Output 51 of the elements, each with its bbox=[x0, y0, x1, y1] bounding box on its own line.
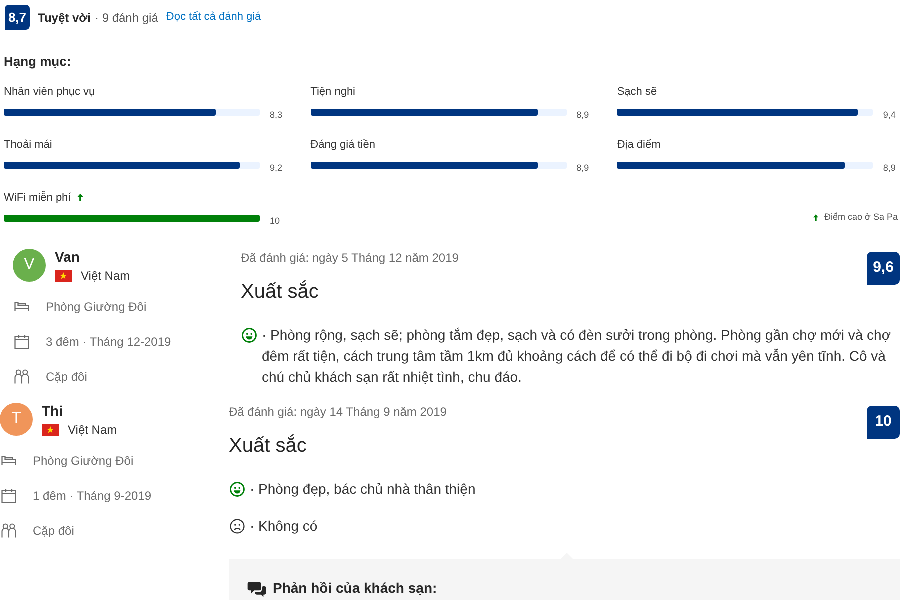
category-label: Sạch sẽ bbox=[617, 84, 658, 100]
categories-heading: Hạng mục: bbox=[3, 53, 72, 71]
review-date: Đã đánh giá: ngày 14 Tháng 9 năm 2019 bbox=[229, 404, 447, 420]
category-score: 9,2 bbox=[270, 162, 283, 175]
category-score: 8,9 bbox=[883, 162, 896, 175]
smiling-face-icon bbox=[229, 480, 246, 498]
calendar-icon bbox=[13, 332, 31, 350]
category-score: 9,4 bbox=[883, 109, 896, 122]
review-comment: · Phòng rộng, sạch sẽ; phòng tắm đẹp, sạch và có đèn sưởi trong phòng. Phòng gần chợ mới và chợ đêm rất tiện, cách trung tâm tầm 1km đủ khoảng cách để có thể đi bộ đi chơi mà vẫn yên tĩnh. Cô và chú chủ khách sạn rất nhiệt tình, chu đáo. bbox=[262, 326, 892, 386]
stay-detail: Cặp đôi bbox=[33, 522, 74, 540]
stay-detail: 3 đêm · Tháng 12-2019 bbox=[46, 334, 172, 350]
people-icon bbox=[13, 368, 31, 386]
review-title: Xuất sắc bbox=[241, 280, 320, 304]
category-score: 8,3 bbox=[270, 109, 283, 122]
score-badge: 8,7 bbox=[5, 5, 30, 30]
category-score: 10 bbox=[270, 215, 280, 228]
review-title: Xuất sắc bbox=[229, 434, 308, 458]
reviewer-name: Thi bbox=[42, 402, 64, 418]
flag-icon bbox=[55, 270, 72, 282]
category-label: Tiện nghi bbox=[310, 84, 356, 100]
review-date: Đã đánh giá: ngày 5 Tháng 12 năm 2019 bbox=[241, 250, 459, 266]
calendar-icon bbox=[0, 486, 18, 504]
reviewer-country: Việt Nam bbox=[81, 268, 130, 284]
category-score: 8,9 bbox=[576, 162, 590, 175]
rating-label: Tuyệt vời bbox=[38, 10, 91, 26]
review-count: · 9 đánh giá bbox=[95, 10, 158, 26]
category-label: Nhân viên phục vụ bbox=[4, 84, 96, 100]
smiling-face-icon bbox=[241, 326, 258, 344]
review-comment: · Phòng đẹp, bác chủ nhà thân thiện bbox=[250, 480, 476, 499]
category-label: Địa điểm bbox=[617, 138, 661, 152]
sad-face-icon bbox=[229, 518, 246, 534]
category-label: WiFi miễn phí bbox=[4, 190, 72, 206]
score-badge: 9,6 bbox=[867, 252, 900, 284]
category-label: Đáng giá tiền bbox=[310, 138, 376, 152]
stay-detail: Phòng Giường Đôi bbox=[33, 452, 134, 470]
highlight-note: Điểm cao ở Sa Pa bbox=[824, 211, 898, 224]
reviewer-name: Van bbox=[55, 248, 81, 264]
stay-detail: 1 đêm · Tháng 9-2019 bbox=[33, 488, 152, 504]
stay-detail: Phòng Giường Đôi bbox=[46, 298, 147, 316]
avatar: V bbox=[13, 248, 46, 282]
flag-icon bbox=[42, 424, 59, 436]
review-comment: · Không có bbox=[250, 516, 318, 536]
category-score: 8,9 bbox=[576, 109, 590, 122]
people-icon bbox=[0, 522, 18, 540]
read-all-link[interactable]: Đọc tất cả đánh giá bbox=[166, 9, 262, 26]
score-badge: 10 bbox=[867, 406, 900, 438]
category-label: Thoải mái bbox=[4, 138, 52, 152]
stay-detail: Cặp đôi bbox=[46, 368, 88, 386]
reviewer-country: Việt Nam bbox=[68, 422, 118, 438]
avatar: T bbox=[0, 402, 33, 436]
response-title: Phản hồi của khách sạn: bbox=[273, 580, 438, 596]
